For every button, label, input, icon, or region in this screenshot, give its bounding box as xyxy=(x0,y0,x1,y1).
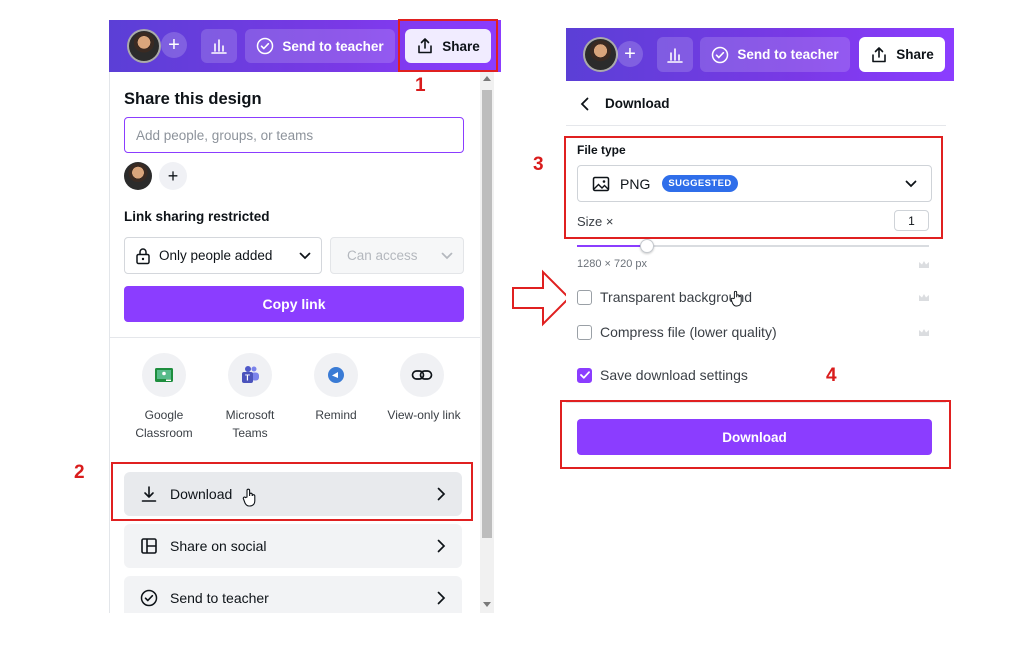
bar-chart-icon xyxy=(211,39,227,54)
save-settings-label: Save download settings xyxy=(600,367,748,383)
crown-icon xyxy=(919,294,929,301)
permission-select[interactable]: Can access xyxy=(330,237,464,274)
crown-icon xyxy=(919,261,929,268)
google-classroom-label: Google Classroom xyxy=(135,408,193,440)
social-layout-icon xyxy=(141,538,157,554)
scroll-down-arrow[interactable] xyxy=(483,602,491,607)
chevron-down-icon xyxy=(299,252,311,259)
microsoft-teams-label: Microsoft Teams xyxy=(225,408,275,440)
view-only-link-button[interactable] xyxy=(400,353,444,397)
back-chevron-icon[interactable] xyxy=(580,97,589,111)
lock-icon xyxy=(136,247,150,264)
compress-file-checkbox[interactable] xyxy=(577,324,592,340)
download-header-title: Download xyxy=(605,96,670,111)
send-to-teacher-button[interactable]: Send to teacher xyxy=(700,37,850,72)
send-to-teacher-label: Send to teacher xyxy=(737,47,839,62)
header-divider xyxy=(566,125,946,126)
save-settings-checkbox[interactable] xyxy=(577,367,592,383)
hand-cursor-icon xyxy=(730,290,742,307)
annotation-box-file-type xyxy=(564,136,943,239)
check-circle-icon xyxy=(140,589,158,607)
save-settings-option[interactable]: Save download settings xyxy=(577,367,748,383)
user-avatar[interactable] xyxy=(127,29,161,63)
microsoft-teams-button[interactable]: T xyxy=(228,353,272,397)
annotation-box-download xyxy=(111,462,473,521)
transparent-background-checkbox[interactable] xyxy=(577,289,592,305)
remind-icon xyxy=(328,367,344,383)
transparent-background-option[interactable]: Transparent background xyxy=(577,289,752,305)
remind-label: Remind xyxy=(315,408,357,422)
slider-knob[interactable] xyxy=(640,239,654,253)
share-on-social-row[interactable]: Share on social xyxy=(124,524,462,568)
panel-title: Share this design xyxy=(124,90,262,108)
microsoft-teams-icon: T xyxy=(242,366,259,383)
link-icon xyxy=(411,370,433,380)
annotation-box-share xyxy=(398,19,498,72)
crown-icon xyxy=(919,329,929,336)
chevron-down-icon xyxy=(441,252,453,259)
slider-fill xyxy=(577,245,647,247)
panel-scrollbar[interactable] xyxy=(480,72,494,613)
send-to-teacher-button[interactable]: Send to teacher xyxy=(245,29,395,63)
chevron-right-icon xyxy=(437,591,446,605)
view-only-link-label: View-only link xyxy=(387,408,461,422)
send-to-teacher-label: Send to teacher xyxy=(282,38,384,54)
link-sharing-label: Link sharing restricted xyxy=(124,209,270,224)
access-select-value: Only people added xyxy=(159,248,273,263)
share-button[interactable]: Share xyxy=(859,37,945,72)
add-people-input[interactable]: Add people, groups, or teams xyxy=(124,117,464,153)
step-1-label: 1 xyxy=(415,75,426,96)
compress-file-option[interactable]: Compress file (lower quality) xyxy=(577,324,777,340)
right-top-bar: + Send to teacher Share xyxy=(566,28,954,81)
insights-button[interactable] xyxy=(657,37,693,72)
right-arrow-icon xyxy=(512,269,571,327)
permission-select-value: Can access xyxy=(347,248,418,263)
bar-chart-icon xyxy=(667,47,683,63)
size-slider[interactable] xyxy=(577,239,929,253)
user-avatar[interactable] xyxy=(583,37,618,72)
send-to-teacher-row[interactable]: Send to teacher xyxy=(124,576,462,613)
section-divider xyxy=(110,337,480,338)
annotation-box-download-button xyxy=(560,400,951,469)
svg-text:T: T xyxy=(245,374,250,383)
add-collaborator-button[interactable]: + xyxy=(617,41,643,67)
share-panel: Share this design Add people, groups, or… xyxy=(109,72,501,613)
google-classroom-icon xyxy=(155,368,173,382)
share-label: Share xyxy=(896,47,934,62)
chevron-right-icon xyxy=(437,539,446,553)
compress-file-label: Compress file (lower quality) xyxy=(600,324,777,340)
owner-avatar xyxy=(124,162,152,190)
share-upload-icon xyxy=(872,46,887,62)
send-to-teacher-row-label: Send to teacher xyxy=(170,590,269,606)
copy-link-button[interactable]: Copy link xyxy=(124,286,464,322)
scroll-up-arrow[interactable] xyxy=(483,76,491,81)
step-4-label: 4 xyxy=(826,365,837,386)
check-circle-icon xyxy=(257,37,274,55)
add-person-button[interactable]: + xyxy=(159,162,187,190)
share-on-social-label: Share on social xyxy=(170,538,267,554)
google-classroom-button[interactable] xyxy=(142,353,186,397)
step-3-label: 3 xyxy=(533,154,544,175)
check-circle-icon xyxy=(712,46,729,63)
insights-button[interactable] xyxy=(201,29,237,63)
access-select[interactable]: Only people added xyxy=(124,237,322,274)
checkmark-icon xyxy=(579,371,590,379)
scroll-thumb[interactable] xyxy=(482,90,492,538)
remind-button[interactable] xyxy=(314,353,358,397)
add-collaborator-button[interactable]: + xyxy=(161,32,187,58)
step-2-label: 2 xyxy=(74,462,85,483)
dimensions-text: 1280 × 720 px xyxy=(577,258,648,270)
